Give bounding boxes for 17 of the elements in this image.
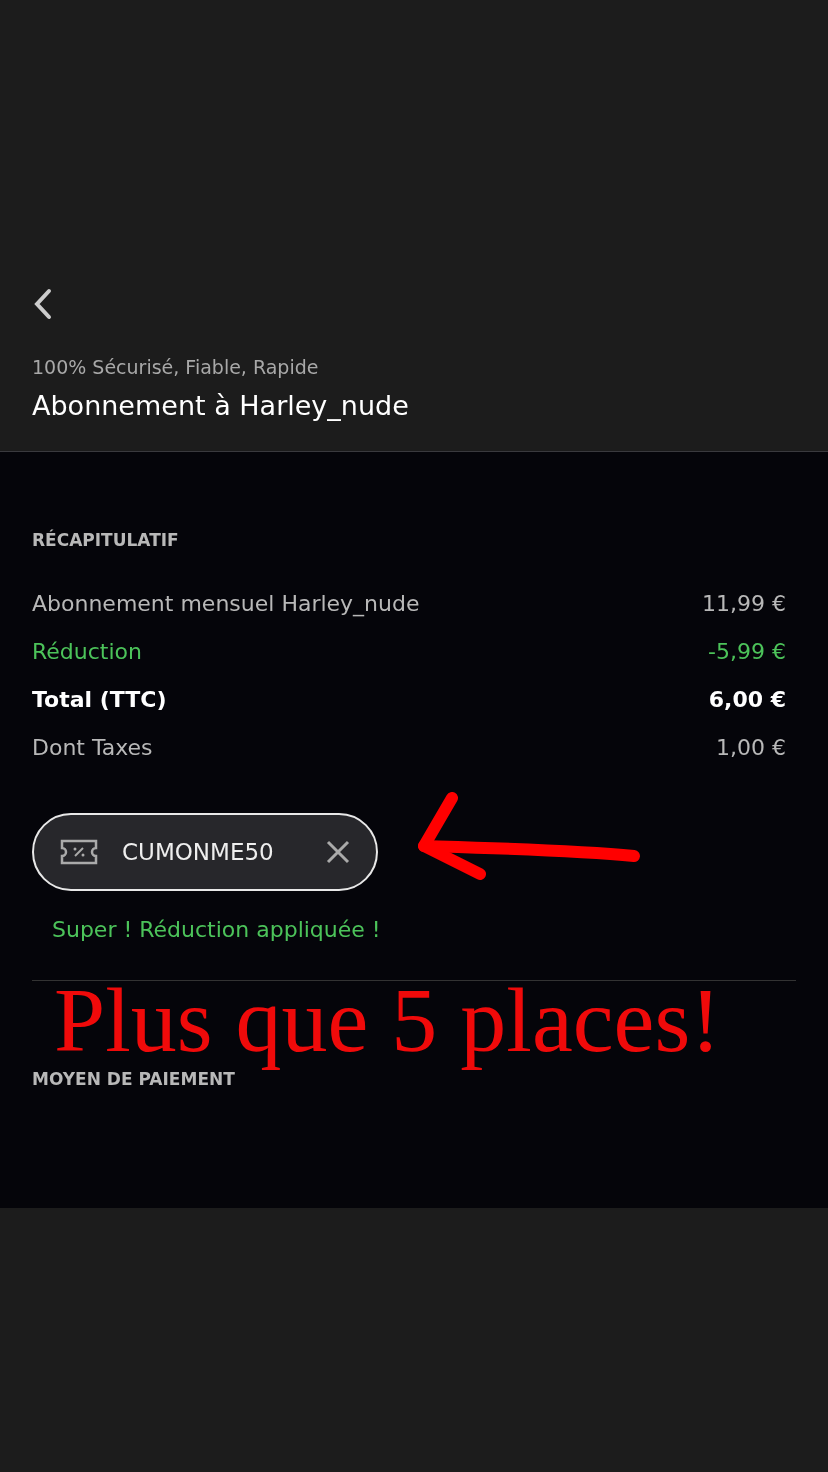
- line-label: Total (TTC): [32, 687, 167, 712]
- section-heading: MOYEN DE PAIEMENT: [32, 1069, 236, 1089]
- line-amount: 1,00 €: [716, 735, 786, 760]
- section-heading: RÉCAPITULATIF: [32, 530, 180, 550]
- line-label: Dont Taxes: [32, 735, 153, 760]
- line-amount: 11,99 €: [702, 591, 786, 616]
- back-icon[interactable]: [32, 288, 54, 320]
- page-title: Abonnement à Harley_nude: [32, 390, 410, 421]
- line-amount: -5,99 €: [708, 639, 786, 664]
- close-icon[interactable]: [324, 838, 352, 866]
- success-message: Super ! Réduction appliquée !: [52, 917, 382, 942]
- line-label: Réduction: [32, 639, 142, 664]
- line-label: Abonnement mensuel Harley_nude: [32, 591, 420, 616]
- line-amount: 6,00 €: [708, 687, 786, 712]
- tagline: 100% Sécurisé, Fiable, Rapide: [32, 356, 320, 378]
- promo-code: CUMONME50: [122, 839, 275, 865]
- ticket-icon: [60, 839, 98, 865]
